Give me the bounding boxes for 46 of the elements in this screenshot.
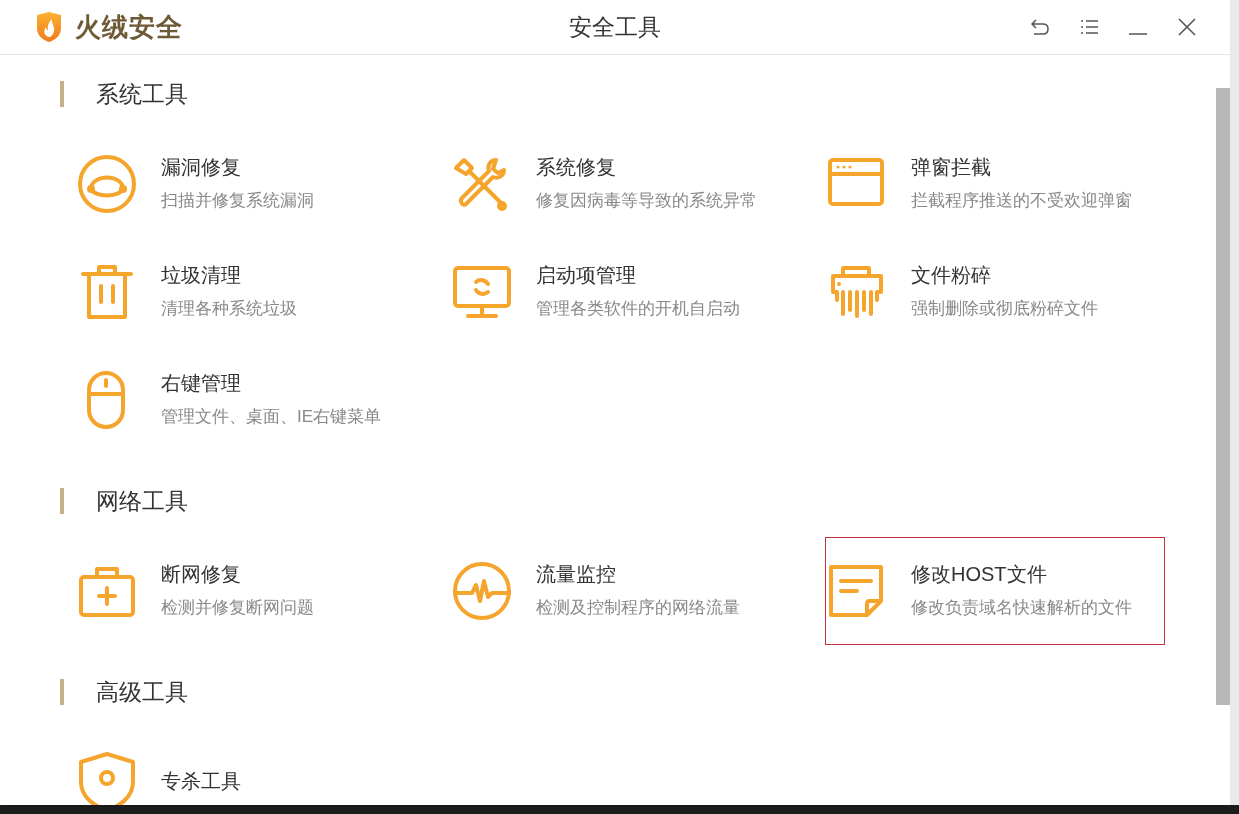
tool-description: 修复因病毒等导致的系统异常 bbox=[536, 190, 757, 212]
tool-name: 弹窗拦截 bbox=[911, 155, 992, 180]
tool-name: 垃圾清理 bbox=[161, 263, 242, 288]
tool-item[interactable]: 文件粉碎 强制删除或彻底粉碎文件 bbox=[825, 238, 1165, 346]
section-heading: 系统工具 bbox=[96, 79, 188, 109]
tool-item[interactable]: 系统修复 修复因病毒等导致的系统异常 bbox=[450, 130, 790, 238]
section-heading: 网络工具 bbox=[96, 486, 188, 516]
tool-description: 修改负责域名快速解析的文件 bbox=[911, 597, 1132, 619]
tool-description: 管理各类软件的开机自启动 bbox=[536, 298, 740, 320]
tool-description: 管理文件、桌面、IE右键菜单 bbox=[161, 406, 382, 428]
tool-name: 断网修复 bbox=[161, 562, 242, 587]
tool-item[interactable]: 垃圾清理 清理各种系统垃圾 bbox=[75, 238, 415, 346]
tool-name: 启动项管理 bbox=[536, 263, 637, 288]
flame-shield-logo-icon bbox=[35, 11, 63, 43]
back-arrow-icon bbox=[1029, 17, 1051, 37]
tool-name: 修改HOST文件 bbox=[911, 562, 1048, 587]
tool-item[interactable]: 流量监控 检测及控制程序的网络流量 bbox=[450, 537, 790, 645]
tool-item[interactable]: 漏洞修复 扫描并修复系统漏洞 bbox=[75, 130, 415, 238]
tool-item[interactable]: 弹窗拦截 拦截程序推送的不受欢迎弹窗 bbox=[825, 130, 1165, 238]
tool-item[interactable]: 修改HOST文件 修改负责域名快速解析的文件 bbox=[825, 537, 1165, 645]
scrollbar-thumb[interactable] bbox=[1216, 88, 1230, 705]
tool-description: 拦截程序推送的不受欢迎弹窗 bbox=[911, 190, 1132, 212]
section-heading: 高级工具 bbox=[96, 677, 188, 707]
tool-description: 清理各种系统垃圾 bbox=[161, 298, 297, 320]
app-logo-text: 火绒安全 bbox=[75, 10, 183, 44]
tool-name: 漏洞修复 bbox=[161, 155, 242, 180]
pulse-icon bbox=[452, 561, 512, 621]
minimize-icon bbox=[1129, 33, 1147, 35]
tool-item[interactable]: 启动项管理 管理各类软件的开机自启动 bbox=[450, 238, 790, 346]
close-icon bbox=[1176, 17, 1198, 37]
tool-description: 检测并修复断网问题 bbox=[161, 597, 314, 619]
tool-name: 右键管理 bbox=[161, 371, 242, 396]
tool-name: 流量监控 bbox=[536, 562, 617, 587]
tool-name: 文件粉碎 bbox=[911, 263, 992, 288]
tool-item[interactable]: 断网修复 检测并修复断网问题 bbox=[75, 537, 415, 645]
tool-description: 扫描并修复系统漏洞 bbox=[161, 190, 314, 212]
tool-item[interactable]: 右键管理 管理文件、桌面、IE右键菜单 bbox=[75, 346, 415, 454]
tool-name: 系统修复 bbox=[536, 155, 617, 180]
tool-name: 专杀工具 bbox=[161, 768, 241, 794]
ring-icon bbox=[77, 154, 137, 214]
window-title: 安全工具 bbox=[569, 12, 661, 42]
tool-item[interactable]: 专杀工具 bbox=[75, 728, 415, 805]
shield-icon bbox=[77, 752, 137, 805]
tool-description: 检测及控制程序的网络流量 bbox=[536, 597, 740, 619]
menu-icon bbox=[1078, 17, 1100, 37]
tool-description: 强制删除或彻底粉碎文件 bbox=[911, 298, 1098, 320]
